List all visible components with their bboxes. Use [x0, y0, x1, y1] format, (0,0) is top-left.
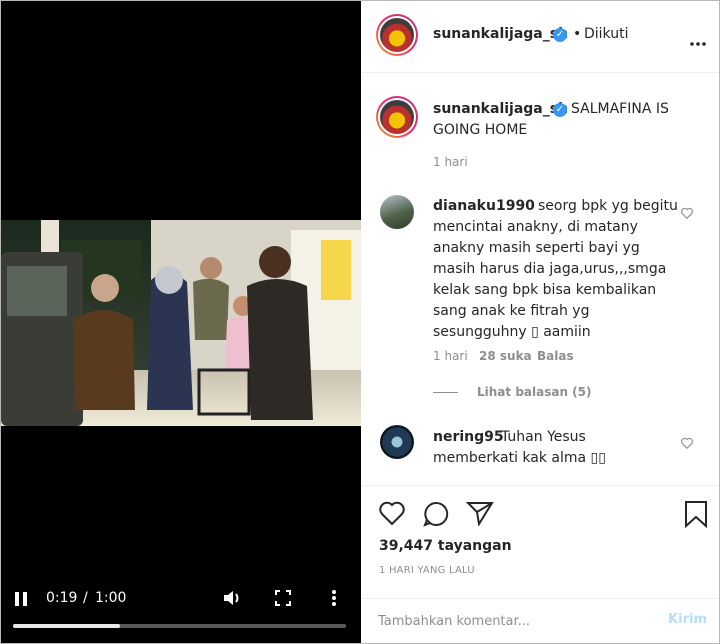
time-current: 0:19: [46, 590, 78, 606]
comment-input[interactable]: [378, 611, 648, 631]
comment-text-line: sesungguhny ▯ aamiin: [433, 324, 591, 340]
post-panel: sunankalijaga_sh ✓ • Diikuti sunankalija…: [362, 1, 719, 643]
send-comment-button[interactable]: Kirim: [668, 612, 707, 627]
caption-avatar[interactable]: [376, 96, 418, 138]
comment-avatar[interactable]: [380, 195, 414, 229]
comment-text-line: memberkati kak alma ▯▯: [433, 450, 606, 466]
comment-username[interactable]: nering95: [433, 429, 504, 445]
video-progress-fill: [13, 624, 120, 628]
more-icon[interactable]: [690, 31, 706, 50]
more-options-icon[interactable]: [332, 590, 336, 610]
avatar[interactable]: [376, 14, 418, 56]
header-username[interactable]: sunankalijaga_sh: [433, 26, 568, 42]
comment-avatar[interactable]: [380, 425, 414, 459]
comment-text-line: sang anak ke fitrah yg: [433, 303, 590, 319]
save-bookmark-icon[interactable]: [684, 500, 708, 531]
post-date: 1 HARI YANG LALU: [379, 565, 475, 576]
view-count[interactable]: 39,447 tayangan: [379, 538, 512, 554]
video-progress-bar[interactable]: [13, 624, 346, 628]
follow-status-button[interactable]: Diikuti: [584, 24, 629, 44]
video-frame-image: [1, 220, 361, 426]
caption-text-line2: GOING HOME: [433, 122, 528, 138]
view-replies-button[interactable]: Lihat balasan (5): [477, 385, 592, 399]
verified-badge-icon: ✓: [553, 103, 567, 117]
comment-bubble-icon[interactable]: [422, 500, 450, 531]
comment-time: 1 hari: [433, 349, 468, 363]
post-header: sunankalijaga_sh ✓ • Diikuti: [362, 1, 719, 73]
comment-text-line: Tuhan Yesus: [501, 429, 586, 445]
video-player[interactable]: 0:19 / 1:00: [1, 1, 361, 643]
pause-icon[interactable]: [13, 591, 29, 611]
caption-time: 1 hari: [433, 155, 468, 169]
comment-text-line: anakny masih seperti bayi yg: [433, 240, 640, 256]
fullscreen-icon[interactable]: [275, 590, 291, 610]
comment-text-line: kelak sang bpk bisa kembalikan: [433, 282, 657, 298]
time-total: 1:00: [95, 590, 127, 606]
comment-username[interactable]: dianaku1990: [433, 198, 535, 214]
volume-icon[interactable]: [222, 589, 242, 611]
comment-text-line: mencintai anakny, di matany: [433, 219, 638, 235]
comment-text-line: seorg bpk yg begitu: [538, 198, 678, 214]
comment-likes[interactable]: 28 suka: [479, 349, 532, 363]
header-separator: •: [573, 26, 582, 42]
comment-like-icon[interactable]: [680, 205, 694, 220]
video-controls: 0:19 / 1:00: [1, 581, 361, 643]
caption-username[interactable]: sunankalijaga_sh: [433, 101, 568, 117]
verified-badge-icon: ✓: [553, 28, 567, 42]
like-heart-icon[interactable]: [378, 500, 406, 529]
share-paper-plane-icon[interactable]: [465, 500, 494, 529]
comment-like-icon[interactable]: [680, 435, 694, 450]
time-separator: /: [83, 590, 88, 606]
caption-text-line1: SALMAFINA IS: [571, 101, 669, 117]
comment-text-line: masih harus dia jaga,urus,,,smga: [433, 261, 667, 277]
add-comment-bar: Kirim: [362, 598, 719, 643]
reply-button[interactable]: Balas: [537, 349, 574, 363]
replies-divider: [433, 392, 458, 393]
